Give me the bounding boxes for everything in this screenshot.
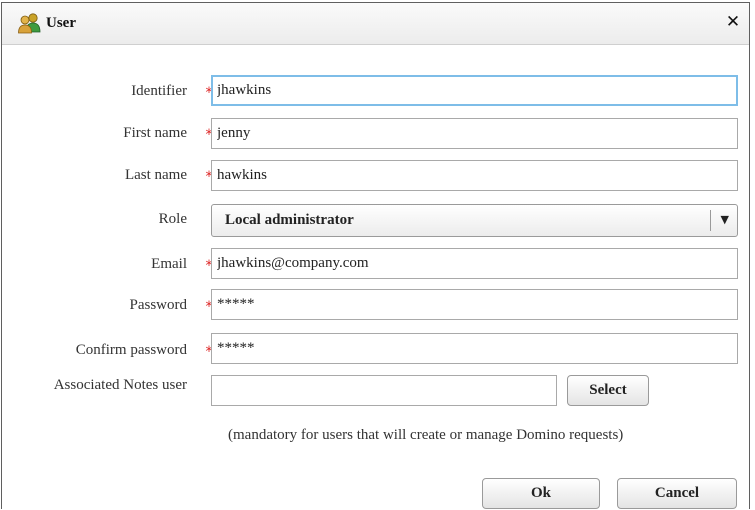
role-select[interactable]: Local administrator ▼ bbox=[211, 204, 738, 237]
chevron-down-icon[interactable]: ▼ bbox=[721, 213, 729, 226]
select-notes-user-button[interactable]: Select bbox=[567, 375, 649, 406]
first-name-input[interactable] bbox=[211, 118, 738, 149]
confirm-password-input[interactable] bbox=[211, 333, 738, 364]
password-label: Password bbox=[129, 297, 187, 313]
identifier-label: Identifier bbox=[131, 83, 187, 99]
last-name-label: Last name bbox=[124, 167, 187, 183]
email-input[interactable] bbox=[211, 248, 738, 279]
identifier-input[interactable] bbox=[211, 75, 738, 106]
notes-user-hint: (mandatory for users that will create or… bbox=[228, 427, 624, 443]
notes-user-label: Associated Notes user bbox=[53, 377, 187, 393]
password-input[interactable] bbox=[211, 289, 738, 320]
last-name-input[interactable] bbox=[211, 160, 738, 191]
user-dialog: User ✕ Identifier * First name * Last na… bbox=[1, 2, 750, 509]
first-name-label: First name bbox=[123, 125, 187, 141]
role-label: Role bbox=[158, 211, 187, 227]
cancel-button[interactable]: Cancel bbox=[617, 478, 737, 509]
ok-button[interactable]: Ok bbox=[482, 478, 600, 509]
role-selected-value: Local administrator bbox=[225, 212, 354, 228]
users-icon bbox=[18, 12, 42, 34]
close-icon[interactable]: ✕ bbox=[722, 11, 744, 33]
confirm-password-label: Confirm password bbox=[75, 342, 187, 358]
notes-user-input[interactable] bbox=[211, 375, 557, 406]
dialog-titlebar: User ✕ bbox=[2, 3, 749, 45]
email-label: Email bbox=[151, 256, 187, 272]
dialog-title: User bbox=[46, 15, 76, 31]
select-divider bbox=[710, 210, 711, 231]
